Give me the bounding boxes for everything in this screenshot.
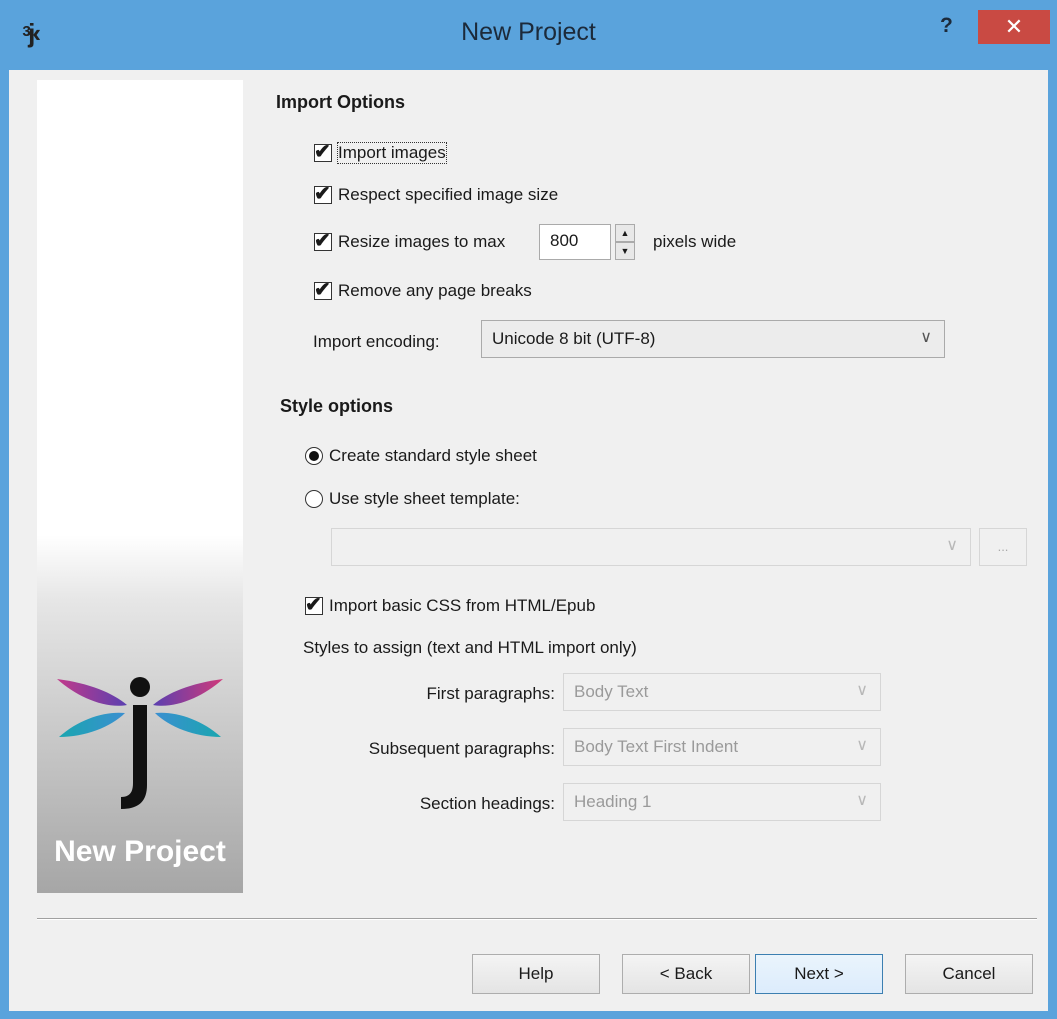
first-paragraphs-label: First paragraphs: xyxy=(426,684,556,703)
chevron-down-icon: ∨ xyxy=(856,737,868,754)
import-css-checkbox[interactable]: ✔ xyxy=(305,594,323,616)
title-bar[interactable]: ᵌj‹ New Project ? ✕ xyxy=(0,0,1057,70)
check-mark-icon: ✔ xyxy=(314,141,331,163)
create-standard-option[interactable]: Create standard style sheet xyxy=(305,446,537,466)
import-options-heading: Import Options xyxy=(276,92,405,112)
resize-images-label[interactable]: Resize images to max xyxy=(338,232,505,252)
check-mark-icon: ✔ xyxy=(314,279,331,301)
check-mark-icon: ✔ xyxy=(314,183,331,205)
use-template-option[interactable]: Use style sheet template: xyxy=(305,489,520,509)
template-select[interactable]: ∨ xyxy=(331,528,971,566)
style-options-heading: Style options xyxy=(280,396,394,416)
import-encoding-label: Import encoding: xyxy=(313,332,440,351)
section-headings-value: Heading 1 xyxy=(574,792,652,811)
remove-breaks-checkbox[interactable]: ✔ xyxy=(314,279,332,301)
check-mark-icon: ✔ xyxy=(314,230,331,252)
remove-breaks-option[interactable]: ✔ Remove any page breaks xyxy=(314,279,532,301)
max-width-spinner[interactable]: 800 ▲ ▼ xyxy=(539,224,635,260)
create-standard-radio[interactable] xyxy=(305,447,323,465)
first-paragraphs-select[interactable]: Body Text ∨ xyxy=(563,673,881,711)
subsequent-paragraphs-label: Subsequent paragraphs: xyxy=(368,739,555,758)
import-images-checkbox[interactable]: ✔ xyxy=(314,141,332,163)
max-width-input[interactable]: 800 xyxy=(539,224,611,260)
browse-template-button[interactable]: ... xyxy=(979,528,1027,566)
chevron-down-icon: ∨ xyxy=(856,682,868,699)
wizard-side-panel: New Project xyxy=(37,80,243,893)
use-template-radio[interactable] xyxy=(305,490,323,508)
chevron-down-icon: ∨ xyxy=(856,792,868,809)
close-button[interactable]: ✕ xyxy=(978,10,1050,44)
respect-size-label[interactable]: Respect specified image size xyxy=(338,185,558,205)
help-button[interactable]: Help xyxy=(472,954,600,994)
section-headings-select[interactable]: Heading 1 ∨ xyxy=(563,783,881,821)
use-template-label[interactable]: Use style sheet template: xyxy=(329,489,520,509)
import-images-label[interactable]: Import images xyxy=(337,142,447,164)
radio-selected-dot xyxy=(309,451,319,461)
first-paragraphs-value: Body Text xyxy=(574,682,649,701)
subsequent-paragraphs-select[interactable]: Body Text First Indent ∨ xyxy=(563,728,881,766)
respect-size-option[interactable]: ✔ Respect specified image size xyxy=(314,183,558,205)
import-encoding-value: Unicode 8 bit (UTF-8) xyxy=(492,329,656,348)
chevron-down-icon: ∨ xyxy=(946,537,958,554)
resize-images-option[interactable]: ✔ Resize images to max xyxy=(314,230,505,252)
side-panel-caption: New Project xyxy=(54,835,226,868)
styles-assign-heading: Styles to assign (text and HTML import o… xyxy=(303,638,637,657)
pixels-wide-label: pixels wide xyxy=(653,232,737,251)
back-button[interactable]: < Back xyxy=(622,954,750,994)
section-headings-label: Section headings: xyxy=(419,794,555,813)
spinner-arrows[interactable]: ▲ ▼ xyxy=(615,224,635,260)
create-standard-label[interactable]: Create standard style sheet xyxy=(329,446,537,466)
window-title: New Project xyxy=(461,18,596,46)
import-css-label[interactable]: Import basic CSS from HTML/Epub xyxy=(329,596,595,616)
spin-up-icon[interactable]: ▲ xyxy=(615,224,635,242)
dragonfly-logo-icon xyxy=(57,677,223,809)
import-css-option[interactable]: ✔ Import basic CSS from HTML/Epub xyxy=(305,594,595,616)
footer-divider xyxy=(37,918,1037,920)
remove-breaks-label[interactable]: Remove any page breaks xyxy=(338,281,532,301)
help-icon[interactable]: ? xyxy=(940,14,953,38)
subsequent-paragraphs-value: Body Text First Indent xyxy=(574,737,739,756)
dialog-body: New Project Import Options ✔ Import imag… xyxy=(9,70,1048,1011)
respect-size-checkbox[interactable]: ✔ xyxy=(314,183,332,205)
cancel-button[interactable]: Cancel xyxy=(905,954,1033,994)
new-project-dialog: ᵌj‹ New Project ? ✕ New Project Import O… xyxy=(0,0,1057,1019)
import-encoding-select[interactable]: Unicode 8 bit (UTF-8) ∨ xyxy=(481,320,945,358)
spin-down-icon[interactable]: ▼ xyxy=(615,242,635,260)
resize-images-checkbox[interactable]: ✔ xyxy=(314,230,332,252)
next-button[interactable]: Next > xyxy=(755,954,883,994)
check-mark-icon: ✔ xyxy=(305,594,322,616)
chevron-down-icon: ∨ xyxy=(920,329,932,346)
import-images-option[interactable]: ✔ Import images xyxy=(314,141,447,164)
